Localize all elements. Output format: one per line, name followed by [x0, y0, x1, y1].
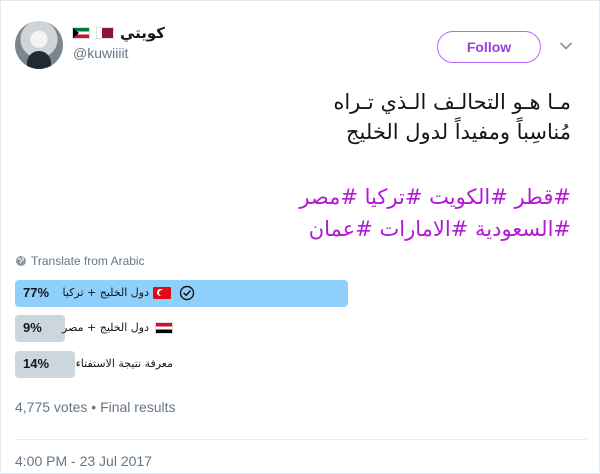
- poll-percent: 14%: [23, 356, 50, 371]
- user-name-row[interactable]: كويتي: [71, 23, 165, 43]
- chevron-down-icon[interactable]: [559, 39, 573, 53]
- hashtag-line: #السعودية #الامارات #عمان: [31, 213, 571, 245]
- translate-link[interactable]: Translate from Arabic: [15, 254, 145, 268]
- poll-option: 77% دول الخليج + تركيا: [15, 280, 587, 307]
- divider: [15, 439, 587, 440]
- check-circle-icon: [179, 285, 195, 301]
- globe-icon: [16, 256, 26, 266]
- poll-option-label: معرفة نتيجة الاستفتاء: [75, 357, 173, 370]
- hashtag-link[interactable]: #عمان: [309, 217, 373, 241]
- tweet-card: كويتي @kuwiiiit Follow مـا هـو التحالـف …: [0, 0, 600, 474]
- avatar[interactable]: [15, 21, 63, 69]
- hashtag-link[interactable]: #تركيا: [365, 185, 423, 209]
- poll-percent: 77%: [23, 285, 50, 300]
- tweet-line: مـا هـو التحالـف الـذي تـراه: [333, 90, 571, 114]
- hashtag-link[interactable]: #الامارات: [380, 217, 469, 241]
- poll-option: 9% دول الخليج + مصر: [15, 315, 587, 342]
- turkey-flag-icon: [153, 287, 171, 299]
- tweet-line: مُناسِباً ومفيداً لدول الخليج: [345, 120, 571, 144]
- tweet-timestamp[interactable]: 4:00 PM - 23 Jul 2017: [15, 453, 152, 469]
- hashtag-link[interactable]: #السعودية: [475, 217, 571, 241]
- user-handle[interactable]: @kuwiiiit: [73, 45, 128, 61]
- hashtag-line: #قطر #الكويت #تركيا #مصر: [31, 181, 571, 213]
- follow-button[interactable]: Follow: [437, 31, 541, 63]
- poll-option-label: دول الخليج + مصر: [62, 321, 149, 334]
- egypt-flag-icon: [155, 322, 173, 334]
- qatar-flag-icon: [95, 27, 114, 39]
- kuwait-flag-icon: [71, 27, 90, 39]
- hashtag-link[interactable]: #مصر: [299, 185, 358, 209]
- poll-option-label: دول الخليج + تركيا: [62, 286, 149, 299]
- translate-label[interactable]: Translate from Arabic: [31, 254, 145, 268]
- display-name[interactable]: كويتي: [120, 24, 165, 42]
- poll-percent: 9%: [23, 320, 42, 335]
- hashtag-link[interactable]: #الكويت: [429, 185, 508, 209]
- poll-votes-summary: 4,775 votes • Final results: [15, 399, 176, 415]
- tweet-hashtags: #قطر #الكويت #تركيا #مصر #السعودية #الام…: [31, 181, 571, 245]
- tweet-text: مـا هـو التحالـف الـذي تـراه مُناسِباً و…: [31, 87, 571, 147]
- hashtag-link[interactable]: #قطر: [515, 185, 571, 209]
- poll-option: 14% معرفة نتيجة الاستفتاء: [15, 351, 587, 378]
